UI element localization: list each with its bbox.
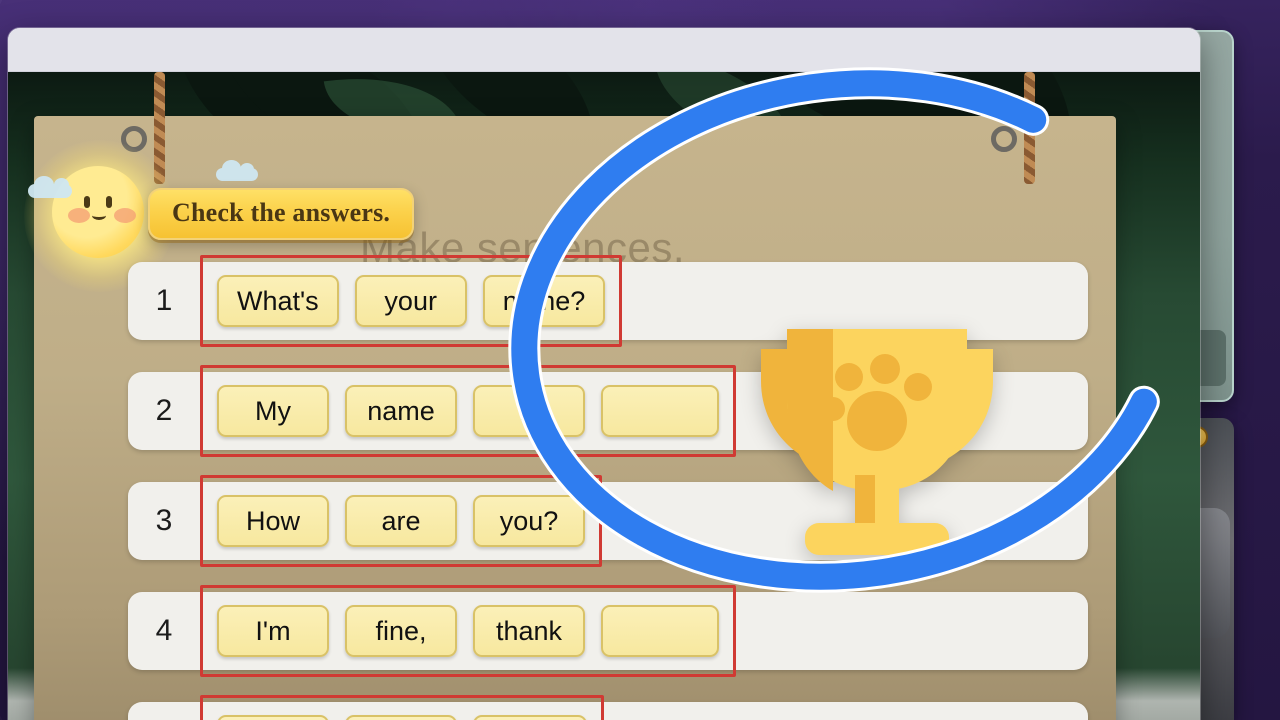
word-tile[interactable] <box>601 385 719 437</box>
rope-right <box>1024 72 1035 184</box>
instruction-text: Check the answers. <box>172 198 391 227</box>
word-tile[interactable]: you? <box>473 495 585 547</box>
row-number: 2 <box>155 394 173 427</box>
sun-cheek-left <box>68 208 90 223</box>
cloud-icon-right <box>216 160 258 181</box>
game-stage: Make sentences. Check the answers. 1 What… <box>8 72 1200 720</box>
cloud-icon-left <box>28 176 72 198</box>
word-tile[interactable]: fine, <box>345 605 457 657</box>
answer-dropzone[interactable]: How are you? <box>200 475 602 567</box>
word-tile[interactable]: you <box>345 715 457 720</box>
sun-mascot <box>24 140 176 292</box>
sentence-row: 5Seeyouagain. <box>128 695 1088 720</box>
word-tile[interactable]: name? <box>482 275 606 327</box>
row-number: 3 <box>155 504 173 537</box>
rope-ring-right <box>991 126 1017 152</box>
word-tile[interactable]: What's <box>217 275 339 327</box>
answer-dropzone[interactable]: What's your name? <box>200 255 623 347</box>
word-tile[interactable]: are <box>345 495 457 547</box>
instruction-banner: Check the answers. <box>148 188 415 240</box>
sun-eye-left <box>84 196 90 208</box>
word-tile[interactable]: again. <box>473 715 587 720</box>
screen-root: Make sentences. Check the answers. 1 What… <box>0 0 1280 720</box>
sun-eye-right <box>106 196 112 208</box>
word-tile[interactable]: See <box>217 715 329 720</box>
answer-dropzone[interactable]: I'm fine, thank <box>200 585 736 677</box>
trophy-icon <box>743 317 1011 565</box>
row-number: 1 <box>155 284 173 317</box>
word-tile[interactable]: name <box>345 385 457 437</box>
word-tile[interactable]: I'm <box>217 605 329 657</box>
word-tile[interactable]: is <box>473 385 585 437</box>
word-tile[interactable] <box>601 605 719 657</box>
browser-toolbar[interactable] <box>8 28 1200 72</box>
sentence-row: 4 I'm fine, thank <box>128 585 1088 677</box>
sun-cheek-right <box>114 208 136 223</box>
browser-window: Make sentences. Check the answers. 1 What… <box>8 28 1200 720</box>
word-tile[interactable]: your <box>354 275 467 327</box>
answer-dropzone[interactable]: My name is <box>200 365 736 457</box>
word-tile[interactable]: My <box>217 385 329 437</box>
row-number: 4 <box>155 614 173 647</box>
sun-mouth <box>92 211 106 220</box>
word-tile[interactable]: thank <box>473 605 585 657</box>
answer-dropzone[interactable]: See you again. <box>200 695 604 720</box>
word-tile[interactable]: How <box>217 495 329 547</box>
